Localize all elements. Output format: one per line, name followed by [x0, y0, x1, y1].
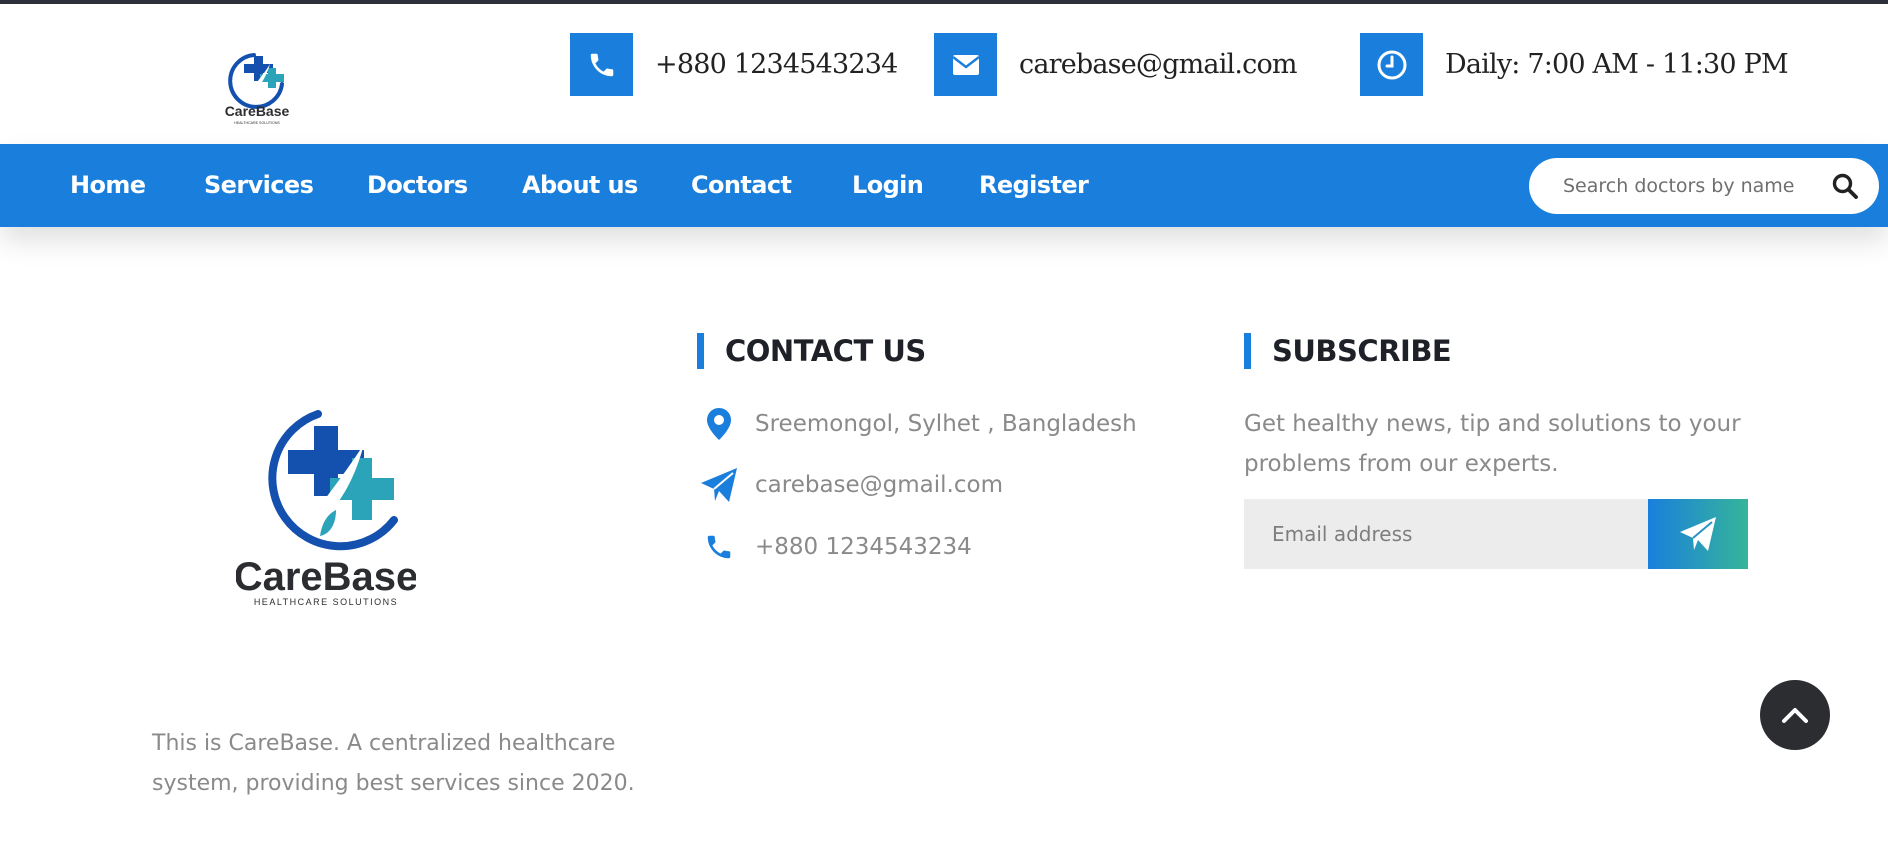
contact-us-heading: CONTACT US [697, 333, 926, 369]
svg-text:HEALTHCARE SOLUTIONS: HEALTHCARE SOLUTIONS [254, 597, 398, 607]
header-logo[interactable]: CareBase HEALTHCARE SOLUTIONS [224, 50, 290, 126]
top-border [0, 0, 1888, 4]
topbar-phone-text: +880 1234543234 [655, 49, 898, 80]
nav-item-register[interactable]: Register [979, 144, 1089, 227]
footer-logo: CareBase HEALTHCARE SOLUTIONS [234, 410, 418, 610]
svg-text:CareBase: CareBase [236, 555, 416, 599]
subscribe-title: SUBSCRIBE [1272, 334, 1452, 368]
topbar-email-text: carebase@gmail.com [1019, 49, 1298, 80]
map-pin-icon [700, 405, 738, 443]
contact-address-text: Sreemongol, Sylhet , Bangladesh [755, 411, 1137, 437]
contact-email: carebase@gmail.com [700, 465, 1003, 505]
search-icon[interactable] [1829, 170, 1861, 202]
topbar-phone: +880 1234543234 [570, 33, 898, 96]
topbar-email: carebase@gmail.com [934, 33, 1298, 96]
contact-us-title: CONTACT US [725, 334, 926, 368]
phone-icon [700, 528, 738, 566]
nav-item-home[interactable]: Home [70, 144, 146, 227]
carebase-cross-logo-icon: CareBase HEALTHCARE SOLUTIONS [225, 53, 290, 125]
subscribe-description: Get healthy news, tip and solutions to y… [1244, 411, 1741, 477]
subscribe-email-input[interactable] [1244, 499, 1648, 569]
topbar-hours: Daily: 7:00 AM - 11:30 PM [1360, 33, 1789, 96]
contact-phone-text[interactable]: +880 1234543234 [755, 534, 972, 560]
nav-item-contact[interactable]: Contact [691, 144, 792, 227]
topbar-hours-text: Daily: 7:00 AM - 11:30 PM [1445, 49, 1789, 80]
subscribe-heading: SUBSCRIBE [1244, 333, 1452, 369]
svg-text:HEALTHCARE SOLUTIONS: HEALTHCARE SOLUTIONS [234, 121, 280, 125]
contact-phone: +880 1234543234 [700, 527, 972, 567]
doctor-search-box [1529, 158, 1879, 214]
paper-plane-icon [1680, 517, 1716, 551]
nav-item-doctors[interactable]: Doctors [367, 144, 468, 227]
clock-icon [1360, 33, 1423, 96]
chevron-up-icon [1782, 708, 1808, 723]
svg-text:CareBase: CareBase [225, 103, 290, 119]
heading-accent-bar [1244, 333, 1251, 369]
contact-email-text[interactable]: carebase@gmail.com [755, 472, 1003, 498]
carebase-cross-logo-icon: CareBase HEALTHCARE SOLUTIONS [234, 410, 418, 607]
nav-item-services[interactable]: Services [204, 144, 314, 227]
contact-address: Sreemongol, Sylhet , Bangladesh [700, 404, 1137, 444]
heading-accent-bar [697, 333, 704, 369]
nav-item-login[interactable]: Login [852, 144, 924, 227]
nav-item-about-us[interactable]: About us [522, 144, 638, 227]
subscribe-send-button[interactable] [1648, 499, 1748, 569]
scroll-to-top-button[interactable] [1760, 680, 1830, 750]
phone-icon [570, 33, 633, 96]
paper-plane-icon [700, 466, 738, 504]
footer-about-text: This is CareBase. A centralized healthca… [152, 731, 635, 796]
search-input[interactable] [1563, 172, 1803, 200]
envelope-icon [934, 33, 997, 96]
